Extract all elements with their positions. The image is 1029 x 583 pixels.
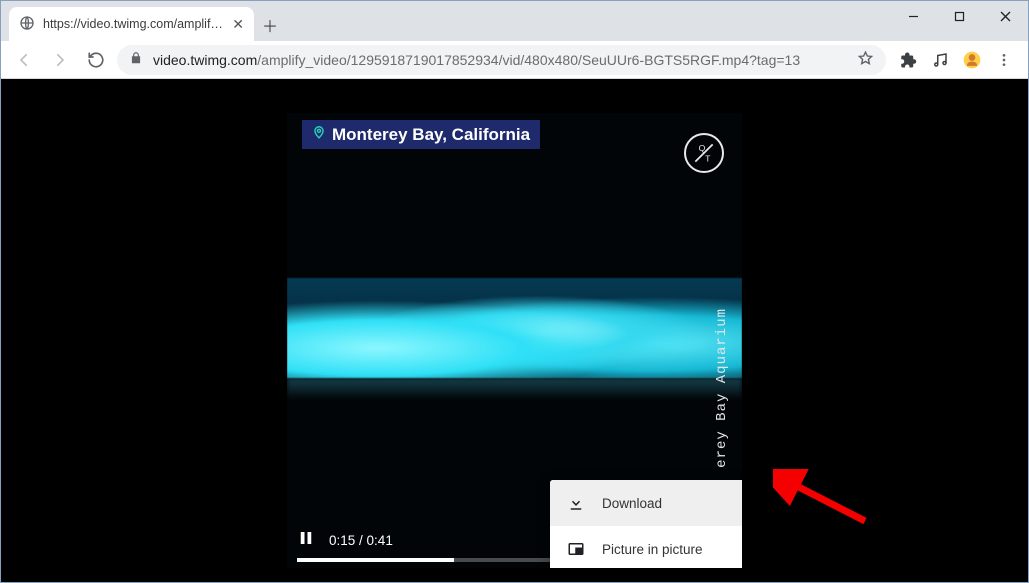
annotation-arrow-icon xyxy=(773,469,873,529)
profile-icon[interactable] xyxy=(962,50,982,70)
video-player[interactable]: Monterey Bay, California Q T erey Bay Aq… xyxy=(287,113,742,568)
bookmark-star-icon[interactable] xyxy=(857,50,874,70)
video-frame-illustration xyxy=(287,278,742,378)
context-menu-download[interactable]: Download xyxy=(550,480,742,526)
url-host: video.twimg.com xyxy=(153,52,257,68)
extensions-icon[interactable] xyxy=(898,50,918,70)
extension-icons xyxy=(892,50,1020,70)
tab-close-icon[interactable]: ✕ xyxy=(232,16,244,33)
globe-icon xyxy=(19,15,35,34)
download-icon xyxy=(566,494,586,512)
picture-in-picture-icon xyxy=(566,540,586,558)
time-display: 0:15 / 0:41 xyxy=(329,533,393,548)
attribution-text: erey Bay Aquarium xyxy=(714,308,730,468)
url-path: /amplify_video/1295918719017852934/vid/4… xyxy=(257,52,800,68)
url-text: video.twimg.com/amplify_video/1295918719… xyxy=(153,52,847,68)
context-menu-pip-label: Picture in picture xyxy=(602,542,703,557)
nav-reload-button[interactable] xyxy=(81,45,111,75)
nav-back-button[interactable] xyxy=(9,45,39,75)
new-tab-button[interactable]: ＋ xyxy=(254,9,286,41)
time-total: 0:41 xyxy=(367,533,393,548)
time-current: 0:15 xyxy=(329,533,355,548)
map-pin-icon xyxy=(312,124,326,145)
pause-button[interactable] xyxy=(297,529,315,552)
page-content: Monterey Bay, California Q T erey Bay Aq… xyxy=(1,79,1028,582)
window-controls xyxy=(890,1,1028,31)
brand-logo-icon: Q T xyxy=(684,133,724,173)
tab-title: https://video.twimg.com/amplify_video/12… xyxy=(43,17,224,31)
window-close-button[interactable] xyxy=(982,1,1028,31)
browser-menu-icon[interactable] xyxy=(994,50,1014,70)
context-menu-download-label: Download xyxy=(602,496,662,511)
context-menu-pip[interactable]: Picture in picture xyxy=(550,526,742,568)
window-minimize-button[interactable] xyxy=(890,1,936,31)
window-titlebar: https://video.twimg.com/amplify_video/12… xyxy=(1,1,1028,41)
location-badge: Monterey Bay, California xyxy=(302,120,540,149)
progress-fill xyxy=(297,558,454,562)
nav-forward-button[interactable] xyxy=(45,45,75,75)
browser-toolbar: video.twimg.com/amplify_video/1295918719… xyxy=(1,41,1028,79)
media-control-icon[interactable] xyxy=(930,50,950,70)
video-context-menu: Download Picture in picture xyxy=(550,480,742,568)
address-bar[interactable]: video.twimg.com/amplify_video/1295918719… xyxy=(117,45,886,75)
window-maximize-button[interactable] xyxy=(936,1,982,31)
lock-icon xyxy=(129,51,143,68)
svg-text:Q: Q xyxy=(699,143,706,153)
svg-text:T: T xyxy=(705,154,711,164)
location-text: Monterey Bay, California xyxy=(332,125,530,145)
browser-tab[interactable]: https://video.twimg.com/amplify_video/12… xyxy=(9,7,254,41)
